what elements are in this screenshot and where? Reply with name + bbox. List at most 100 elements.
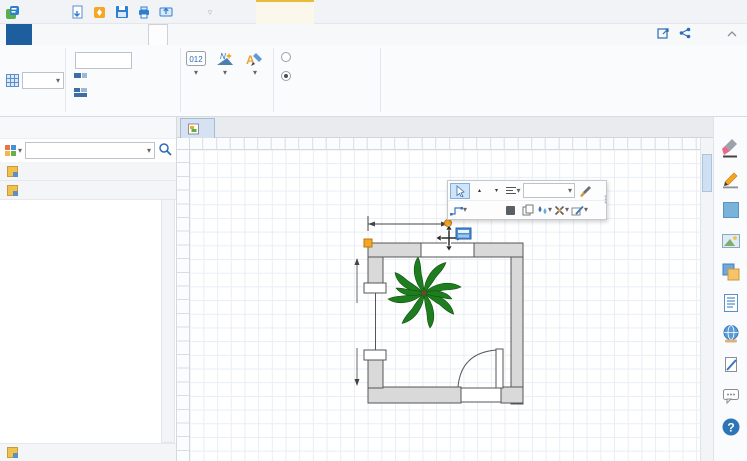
drawing-scale-control[interactable]: ▾: [6, 72, 64, 89]
scroll-up-icon[interactable]: [162, 200, 174, 213]
save-icon[interactable]: [114, 4, 130, 20]
tab-symbols[interactable]: [112, 24, 130, 45]
library-section-icon: [7, 166, 18, 177]
apply-all-walls-button[interactable]: [74, 88, 91, 97]
layers-icon[interactable]: [721, 262, 741, 282]
floor-plan-drawing: [190, 150, 700, 461]
palm-plant-shape: [388, 257, 461, 328]
canvas-area: ▴ ▾ ▾ ▾ ▾: [177, 117, 713, 461]
pen-style-button[interactable]: ▾: [571, 202, 588, 218]
tab-floor-plan[interactable]: [148, 24, 168, 45]
window-left-shape: [364, 283, 386, 360]
print-icon[interactable]: [136, 4, 152, 20]
library-picker-icon[interactable]: ▾: [4, 144, 22, 158]
attachment-note-icon[interactable]: [721, 355, 741, 375]
fill-color-button[interactable]: [503, 202, 518, 218]
chevron-down-icon: ▾: [56, 77, 60, 85]
drawing-canvas[interactable]: ▴ ▾ ▾ ▾ ▾: [190, 150, 700, 461]
scroll-down-icon[interactable]: [162, 429, 174, 442]
comments-icon[interactable]: [721, 386, 741, 406]
export-window-icon[interactable]: [657, 27, 670, 42]
symbol-grid-scrollbar[interactable]: [161, 199, 175, 443]
door-dimension-box: [461, 388, 501, 402]
radio-always-show[interactable]: [281, 71, 296, 81]
help-icon[interactable]: ?: [721, 417, 741, 437]
library-section-icon: [7, 185, 18, 196]
shape-fill-icon[interactable]: [721, 200, 741, 220]
chevron-down-icon: ▾: [194, 69, 198, 77]
wall-all-icon: [74, 88, 87, 97]
document-tab[interactable]: [180, 118, 215, 138]
scrollbar-thumb[interactable]: [702, 154, 712, 192]
precision-icon: N: [215, 51, 235, 66]
tab-page-layout[interactable]: [76, 24, 94, 45]
unit-button[interactable]: 012 ▾: [183, 51, 209, 77]
search-icon[interactable]: [158, 142, 172, 159]
wall-thickness-input[interactable]: [75, 52, 132, 69]
ruler-corner: [177, 138, 190, 150]
selection-handle-endpoint: [445, 220, 452, 227]
tab-view[interactable]: [94, 24, 112, 45]
decrease-font-button[interactable]: ▾: [489, 183, 504, 199]
symbol-library-panel: ▾ ▾: [0, 117, 177, 461]
ribbon-tab-bar: [0, 24, 747, 45]
dimension-style-button[interactable]: A ▾: [238, 51, 272, 77]
app-logo-icon: [4, 4, 20, 20]
import-icon[interactable]: [70, 4, 86, 20]
chevron-down-icon: ▾: [253, 69, 257, 77]
redo-icon[interactable]: [48, 4, 64, 20]
tab-home[interactable]: [40, 24, 58, 45]
format-painter-icon[interactable]: [721, 138, 741, 158]
tab-insert[interactable]: [58, 24, 76, 45]
document-tools-label: [256, 0, 314, 24]
template-icon[interactable]: [92, 4, 108, 20]
tab-file[interactable]: [6, 24, 32, 45]
horizontal-ruler: [190, 138, 700, 150]
svg-text:?: ?: [727, 421, 734, 435]
collapse-ribbon-icon[interactable]: [727, 29, 737, 41]
tools-menu-button[interactable]: ▾: [554, 202, 569, 218]
web-publish-icon[interactable]: [721, 324, 741, 344]
cursor-window-badge: [456, 228, 471, 239]
increase-font-button[interactable]: ▴: [472, 183, 487, 199]
apply-selected-walls-button[interactable]: [74, 71, 91, 80]
pencil-edit-icon[interactable]: [721, 169, 741, 189]
radio-icon-selected: [281, 71, 291, 81]
dimension-style-icon: A: [245, 51, 265, 66]
wall-selected-icon: [74, 71, 87, 80]
copy-format-button[interactable]: [520, 202, 535, 218]
svg-text:012: 012: [189, 55, 203, 64]
precision-button[interactable]: N ▾: [210, 51, 240, 77]
section-dimensioning[interactable]: [0, 181, 176, 200]
undo-icon[interactable]: [26, 4, 42, 20]
toolbar-drag-handle[interactable]: •••: [604, 195, 607, 204]
outline-list-icon[interactable]: [721, 293, 741, 313]
share-icon[interactable]: [679, 27, 691, 42]
quick-access-dropdown-icon[interactable]: [180, 4, 196, 20]
radio-icon: [281, 52, 291, 62]
chevron-down-icon: ▾: [568, 187, 572, 195]
italic-button[interactable]: [486, 202, 501, 218]
brush-icon[interactable]: [577, 183, 592, 199]
export-icon[interactable]: [158, 4, 174, 20]
chevron-down-icon: ▾: [147, 147, 151, 155]
bold-button[interactable]: [469, 202, 484, 218]
right-tool-sidebar: ?: [713, 117, 747, 461]
title-bar: ▿: [0, 0, 747, 24]
radio-show-when-selected[interactable]: [281, 52, 296, 62]
ink-style-button[interactable]: ▾: [537, 202, 552, 218]
search-input[interactable]: ▾: [25, 142, 155, 159]
align-menu-button[interactable]: ▾: [506, 183, 521, 199]
font-family-combo[interactable]: ▾: [523, 183, 575, 198]
scale-combo[interactable]: ▾: [22, 72, 64, 89]
chevron-down-icon: ▾: [223, 69, 227, 77]
image-icon[interactable]: [721, 231, 741, 251]
canvas-vertical-scrollbar[interactable]: [700, 138, 713, 461]
section-basic-shapes[interactable]: [0, 162, 176, 181]
cursor-tool-button[interactable]: [450, 183, 470, 199]
connector-tool-button[interactable]: ▾: [450, 202, 467, 218]
customize-toolbar-icon[interactable]: ▿: [202, 4, 218, 20]
door-shape: [458, 349, 503, 388]
tab-help[interactable]: [130, 24, 148, 45]
section-building-core[interactable]: [0, 443, 176, 461]
